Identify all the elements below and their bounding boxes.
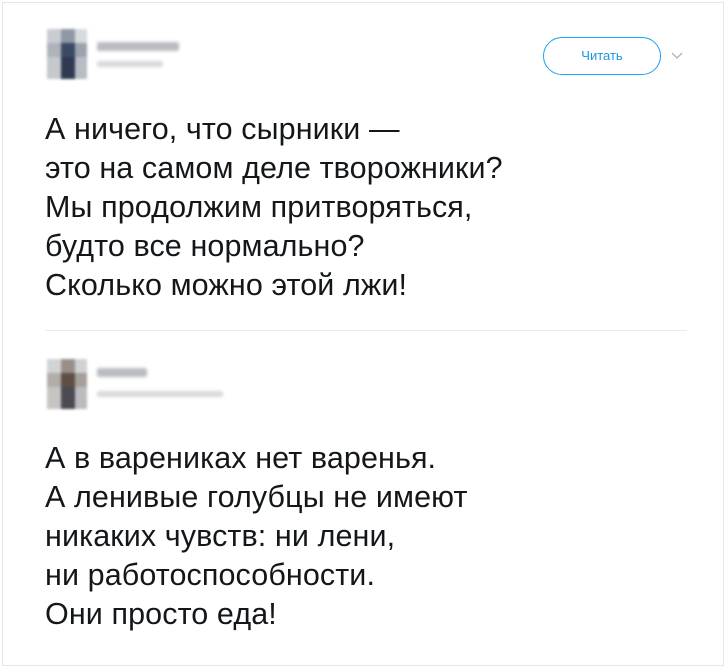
tweet-text-line: А в варениках нет варенья. xyxy=(45,441,437,475)
chevron-down-icon[interactable] xyxy=(671,51,683,61)
tweet-text: А в варениках нет варенья. А ленивые гол… xyxy=(45,439,468,634)
avatar[interactable] xyxy=(47,29,87,79)
author-handle xyxy=(97,61,163,67)
tweet-text-line: А ленивые голубцы не имеют xyxy=(45,480,468,514)
tweet-2: А в варениках нет варенья. А ленивые гол… xyxy=(3,333,723,667)
divider xyxy=(45,330,687,331)
author-name[interactable] xyxy=(97,368,147,377)
tweet-text-line: ни работоспособности. xyxy=(45,558,376,592)
tweet-text: А ничего, что сырники — это на самом дел… xyxy=(45,110,503,305)
tweet-text-line: Сколько можно этой лжи! xyxy=(45,268,408,302)
tweet-text-line: Мы продолжим притворяться, xyxy=(45,190,473,224)
tweet-screenshot-frame: Читать А ничего, что сырники — это на са… xyxy=(2,2,724,666)
tweet-1: Читать А ничего, что сырники — это на са… xyxy=(3,3,723,329)
tweet-text-line: А ничего, что сырники — xyxy=(45,112,400,146)
tweet-text-line: это на самом деле творожники? xyxy=(45,151,503,185)
author-handle xyxy=(97,391,223,397)
tweet-text-line: никаких чувств: ни лени, xyxy=(45,519,396,553)
tweet-text-line: Они просто еда! xyxy=(45,597,277,631)
avatar[interactable] xyxy=(47,359,87,409)
follow-button[interactable]: Читать xyxy=(543,37,661,75)
author-name[interactable] xyxy=(97,42,179,51)
tweet-text-line: будто все нормально? xyxy=(45,229,365,263)
